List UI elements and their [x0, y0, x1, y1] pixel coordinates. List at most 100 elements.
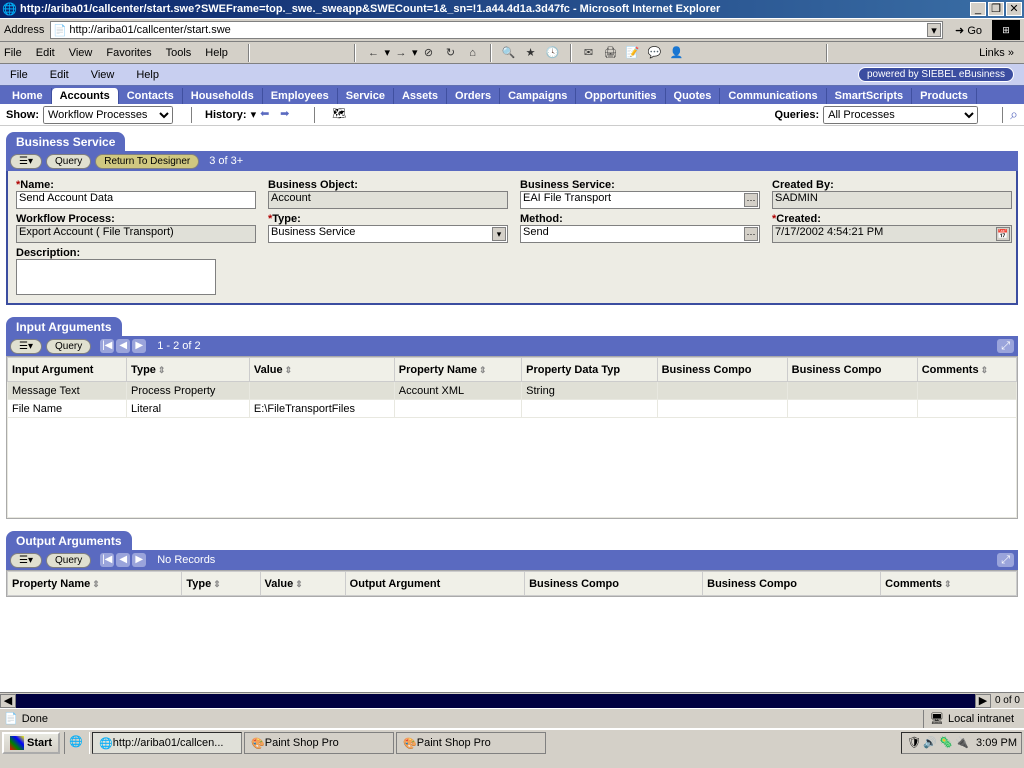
stop-button[interactable]: ⊘ [420, 44, 438, 62]
discuss-button[interactable]: 💬 [646, 44, 664, 62]
tray-icon[interactable]: 🛡 [907, 736, 921, 750]
hscroll-track[interactable] [16, 694, 975, 708]
fwd-dd[interactable]: ▾ [412, 46, 418, 59]
tab-home[interactable]: Home [4, 88, 52, 104]
out-col-bc1[interactable]: Business Compo [525, 572, 703, 596]
task-item-psp1[interactable]: 🎨 Paint Shop Pro [244, 732, 394, 754]
messenger-button[interactable]: 👤 [668, 44, 686, 62]
svc-field[interactable]: EAI File Transport⋯ [520, 191, 760, 209]
siebel-menu-help[interactable]: Help [136, 69, 159, 81]
in-col-bc1[interactable]: Business Compo [657, 358, 787, 382]
ql-ie-icon[interactable]: 🌐 [69, 735, 85, 751]
out-col-property-name[interactable]: Property Name⇕ [8, 572, 182, 596]
type-dropdown-icon[interactable]: ▾ [492, 227, 506, 241]
out-col-comments[interactable]: Comments⇕ [881, 572, 1017, 596]
minimize-button[interactable]: _ [970, 2, 986, 16]
in-col-bc2[interactable]: Business Compo [787, 358, 917, 382]
ie-menu-view[interactable]: View [69, 47, 93, 59]
out-col-bc2[interactable]: Business Compo [703, 572, 881, 596]
tab-service[interactable]: Service [338, 88, 394, 104]
clock[interactable]: 3:09 PM [976, 737, 1017, 749]
task-item-psp2[interactable]: 🎨 Paint Shop Pro [396, 732, 546, 754]
ie-menu-edit[interactable]: Edit [36, 47, 55, 59]
query-icon[interactable]: ⌕ [1010, 106, 1018, 123]
tab-assets[interactable]: Assets [394, 88, 447, 104]
in-nav-next-icon[interactable]: ▶ [132, 339, 146, 353]
sort-icon[interactable]: ⇕ [944, 579, 952, 589]
method-picker-icon[interactable]: ⋯ [744, 227, 758, 241]
tray-icon[interactable]: 🦠 [939, 736, 953, 750]
back-dd[interactable]: ▾ [384, 46, 390, 59]
tab-orders[interactable]: Orders [447, 88, 500, 104]
tab-campaigns[interactable]: Campaigns [500, 88, 576, 104]
table-row[interactable]: Message TextProcess PropertyAccount XMLS… [8, 382, 1017, 400]
siebel-menu-view[interactable]: View [91, 69, 115, 81]
in-nav-prev-icon[interactable]: ◀ [116, 339, 130, 353]
in-col-comments[interactable]: Comments⇕ [917, 358, 1016, 382]
links-label[interactable]: Links » [973, 47, 1020, 59]
ie-menu-tools[interactable]: Tools [166, 47, 192, 59]
in-col-value[interactable]: Value⇕ [249, 358, 394, 382]
out-nav-first-icon[interactable]: |◀ [100, 553, 114, 567]
in-col-property-name[interactable]: Property Name⇕ [394, 358, 521, 382]
in-nav-first-icon[interactable]: |◀ [100, 339, 114, 353]
show-dropdown[interactable]: Workflow Processes [43, 106, 173, 124]
in-expand-icon[interactable]: ⤢ [997, 339, 1014, 353]
maximize-button[interactable]: ❐ [988, 2, 1004, 16]
out-expand-icon[interactable]: ⤢ [997, 553, 1014, 567]
mail-button[interactable]: ✉ [580, 44, 598, 62]
sitemap-icon[interactable]: 🗺 [332, 107, 348, 123]
out-query-button[interactable]: Query [46, 553, 91, 568]
name-field[interactable]: Send Account Data [16, 191, 256, 209]
method-field[interactable]: Send⋯ [520, 225, 760, 243]
address-dropdown[interactable]: ▾ [927, 23, 941, 37]
tab-smartscripts[interactable]: SmartScripts [827, 88, 912, 104]
out-nav-prev-icon[interactable]: ◀ [116, 553, 130, 567]
out-col-type[interactable]: Type⇕ [182, 572, 260, 596]
print-button[interactable]: 🖨 [602, 44, 620, 62]
tab-products[interactable]: Products [912, 88, 977, 104]
type-field[interactable]: Business Service▾ [268, 225, 508, 243]
start-button[interactable]: Start [2, 732, 60, 754]
out-col-value[interactable]: Value⇕ [260, 572, 345, 596]
tray-icon[interactable]: 🔌 [955, 736, 969, 750]
svc-picker-icon[interactable]: ⋯ [744, 193, 758, 207]
sort-icon[interactable]: ⇕ [213, 579, 221, 589]
go-button[interactable]: ➜ Go [949, 24, 988, 37]
home-button[interactable]: ⌂ [464, 44, 482, 62]
forward-button[interactable]: → [392, 44, 410, 62]
ie-menu-favorites[interactable]: Favorites [106, 47, 151, 59]
history-dropdown-icon[interactable]: ▾ [251, 108, 257, 121]
ie-menu-help[interactable]: Help [205, 47, 228, 59]
table-row[interactable]: File NameLiteralE:\FileTransportFiles [8, 400, 1017, 418]
desc-field[interactable] [16, 259, 216, 295]
in-col-type[interactable]: Type⇕ [127, 358, 250, 382]
in-menu-button[interactable]: ☰▾ [10, 339, 42, 354]
tab-communications[interactable]: Communications [720, 88, 826, 104]
h-scrollbar[interactable]: ◀ ▶ 0 of 0 [0, 692, 1024, 708]
search-button[interactable]: 🔍 [500, 44, 518, 62]
edit-button[interactable]: 📝 [624, 44, 642, 62]
tab-opportunities[interactable]: Opportunities [576, 88, 665, 104]
task-item-ie[interactable]: 🌐 http://ariba01/callcen... [92, 732, 242, 754]
sort-icon[interactable]: ⇕ [295, 579, 303, 589]
sort-icon[interactable]: ⇕ [92, 579, 100, 589]
history-fwd-icon[interactable]: ➡ [280, 107, 296, 123]
sort-icon[interactable]: ⇕ [158, 365, 166, 375]
in-query-button[interactable]: Query [46, 339, 91, 354]
out-nav-next-icon[interactable]: ▶ [132, 553, 146, 567]
close-button[interactable]: ✕ [1006, 2, 1022, 16]
refresh-button[interactable]: ↻ [442, 44, 460, 62]
in-col-property-data-type[interactable]: Property Data Typ [522, 358, 657, 382]
tab-accounts[interactable]: Accounts [52, 88, 119, 104]
in-col-input-argument[interactable]: Input Argument [8, 358, 127, 382]
out-col-output-argument[interactable]: Output Argument [345, 572, 524, 596]
bs-menu-button[interactable]: ☰▾ [10, 154, 42, 169]
back-button[interactable]: ← [364, 44, 382, 62]
tray-icon[interactable]: 🔊 [923, 736, 937, 750]
siebel-menu-file[interactable]: File [10, 69, 28, 81]
history-button[interactable]: 🕓 [544, 44, 562, 62]
address-input[interactable] [50, 21, 943, 39]
sort-icon[interactable]: ⇕ [285, 365, 293, 375]
queries-dropdown[interactable]: All Processes [823, 106, 978, 124]
